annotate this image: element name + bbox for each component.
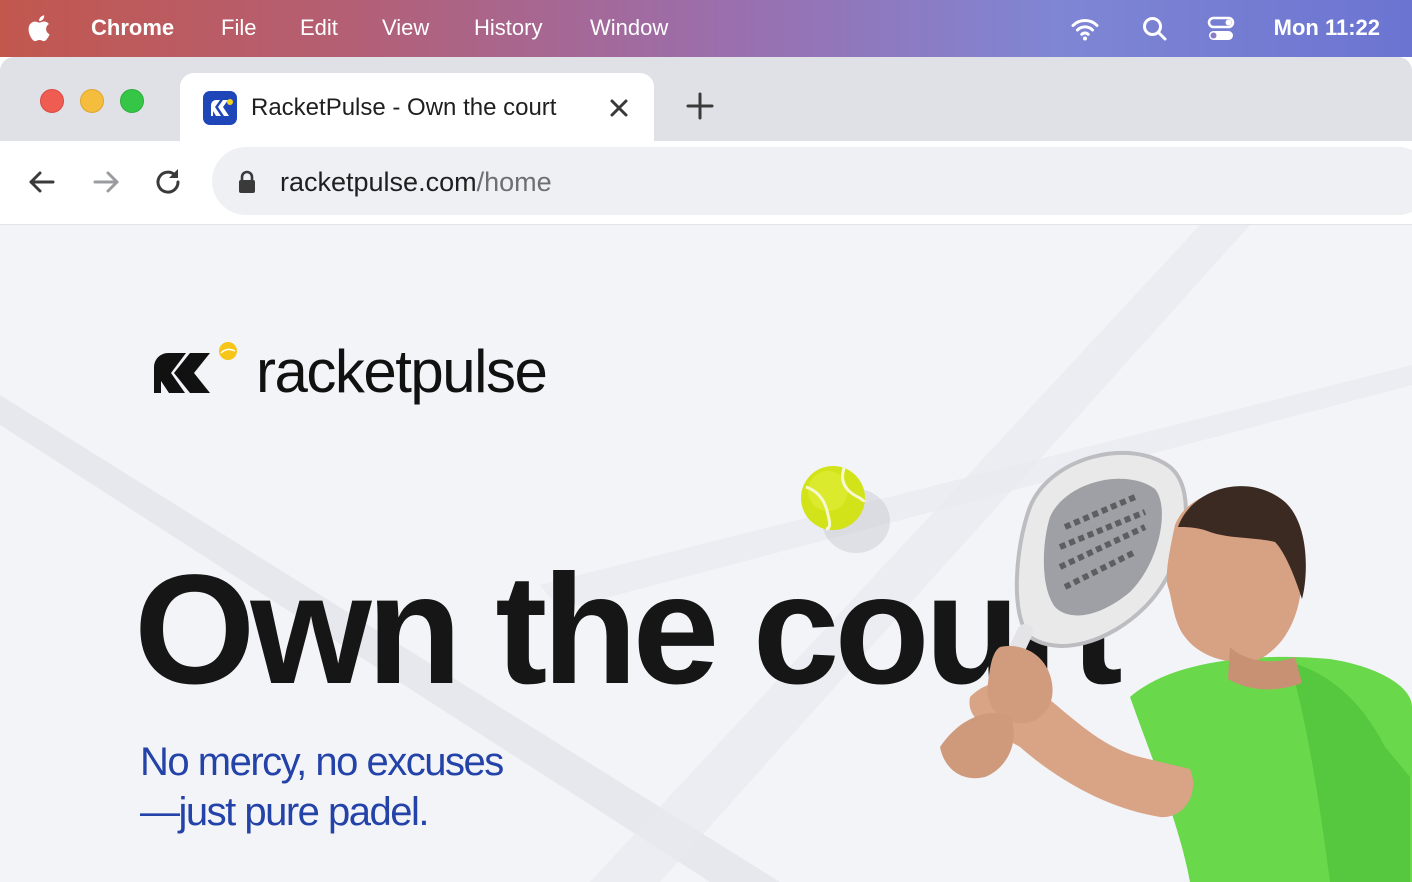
menu-history[interactable]: History xyxy=(474,15,542,41)
back-arrow-icon[interactable] xyxy=(25,165,59,199)
address-bar[interactable]: racketpulse.com/home xyxy=(212,147,1412,215)
page-content: racketpulse Own the court No mercy, no e… xyxy=(0,225,1412,882)
zoom-window-button[interactable] xyxy=(120,89,144,113)
logo-wordmark: racketpulse xyxy=(256,338,548,405)
new-tab-icon[interactable] xyxy=(683,89,717,123)
url-domain: racketpulse.com xyxy=(280,167,477,197)
menu-clock[interactable]: Mon 11:22 xyxy=(1274,15,1380,41)
close-tab-icon[interactable] xyxy=(606,95,632,121)
menu-view[interactable]: View xyxy=(382,15,429,41)
forward-arrow-icon[interactable] xyxy=(89,165,123,199)
browser-toolbar: racketpulse.com/home xyxy=(0,141,1412,225)
racketpulse-logo[interactable]: racketpulse xyxy=(152,337,602,407)
reload-icon[interactable] xyxy=(151,165,185,199)
menu-file[interactable]: File xyxy=(221,15,256,41)
hero-subtitle-line-1: No mercy, no excuses xyxy=(140,740,504,784)
tab-strip: RacketPulse - Own the court xyxy=(0,57,1412,143)
browser-window: RacketPulse - Own the court racketpulse.… xyxy=(0,57,1412,882)
close-window-button[interactable] xyxy=(40,89,64,113)
racketpulse-favicon xyxy=(203,91,237,125)
wifi-icon[interactable] xyxy=(1070,14,1100,44)
tab-title: RacketPulse - Own the court xyxy=(251,94,557,121)
minimize-window-button[interactable] xyxy=(80,89,104,113)
padel-player-image xyxy=(940,451,1412,882)
menu-bar: Chrome File Edit View History Window Mon… xyxy=(0,0,1412,57)
apple-menu-icon[interactable] xyxy=(24,13,52,43)
menu-app-chrome[interactable]: Chrome xyxy=(91,15,174,41)
url-path: /home xyxy=(476,167,552,197)
menu-window[interactable]: Window xyxy=(590,15,668,41)
racketpulse-logo-mark-icon xyxy=(154,342,237,393)
menu-edit[interactable]: Edit xyxy=(300,15,338,41)
spotlight-search-icon[interactable] xyxy=(1140,14,1170,44)
url-text[interactable]: racketpulse.com/home xyxy=(280,166,552,198)
tab-racketpulse[interactable]: RacketPulse - Own the court xyxy=(180,73,654,143)
lock-icon[interactable] xyxy=(236,169,258,195)
hero-subtitle: No mercy, no excuses —just pure padel. xyxy=(140,737,504,837)
control-center-icon[interactable] xyxy=(1206,14,1236,44)
hero-subtitle-line-2: —just pure padel. xyxy=(140,790,430,834)
